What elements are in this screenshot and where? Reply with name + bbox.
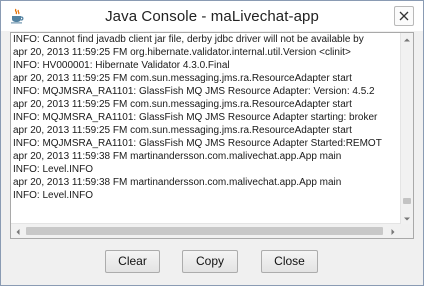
- copy-button[interactable]: Copy: [182, 250, 238, 273]
- log-line: apr 20, 2013 11:59:25 FM com.sun.messagi…: [13, 125, 352, 136]
- close-button[interactable]: Close: [261, 250, 318, 273]
- close-x-icon: [399, 11, 409, 21]
- window-close-button[interactable]: [394, 6, 414, 26]
- log-line: apr 20, 2013 11:59:38 FM martinandersson…: [13, 151, 342, 162]
- arrow-right-icon[interactable]: [387, 225, 399, 237]
- log-line: INFO: Level.INFO: [13, 164, 94, 175]
- java-console-window: Java Console - maLivechat-app INFO: Cann…: [0, 0, 424, 286]
- horizontal-scroll-thumb[interactable]: [26, 227, 383, 235]
- horizontal-scrollbar[interactable]: [11, 223, 401, 238]
- log-line: INFO: Level.INFO: [13, 190, 94, 201]
- log-lines: INFO: Cannot find javadb client jar file…: [13, 33, 403, 223]
- log-line: INFO: MQJMSRA_RA1101: GlassFish MQ JMS R…: [13, 112, 378, 123]
- log-line: INFO: Cannot find javadb client jar file…: [13, 34, 364, 45]
- title-bar[interactable]: Java Console - maLivechat-app: [1, 1, 423, 31]
- log-line: apr 20, 2013 11:59:25 FM com.sun.messagi…: [13, 99, 352, 110]
- console-content: INFO: Cannot find javadb client jar file…: [1, 31, 423, 285]
- clear-button[interactable]: Clear: [105, 250, 160, 273]
- vertical-scrollbar[interactable]: [400, 33, 413, 224]
- log-line: INFO: HV000001: Hibernate Validator 4.3.…: [13, 60, 230, 71]
- arrow-up-icon[interactable]: [401, 33, 413, 45]
- log-line: apr 20, 2013 11:59:25 FM org.hibernate.v…: [13, 47, 351, 58]
- vertical-scroll-thumb[interactable]: [403, 197, 411, 204]
- arrow-left-icon[interactable]: [12, 225, 24, 237]
- console-output[interactable]: INFO: Cannot find javadb client jar file…: [10, 32, 414, 239]
- window-title: Java Console - maLivechat-app: [105, 8, 319, 25]
- log-line: INFO: MQJMSRA_RA1101: GlassFish MQ JMS R…: [13, 86, 375, 97]
- log-line: apr 20, 2013 11:59:25 FM com.sun.messagi…: [13, 73, 352, 84]
- log-line: apr 20, 2013 11:59:38 FM martinandersson…: [13, 177, 342, 188]
- log-line: INFO: MQJMSRA_RA1101: GlassFish MQ JMS R…: [13, 138, 382, 149]
- arrow-down-icon[interactable]: [401, 212, 413, 224]
- scrollbar-corner: [400, 224, 413, 238]
